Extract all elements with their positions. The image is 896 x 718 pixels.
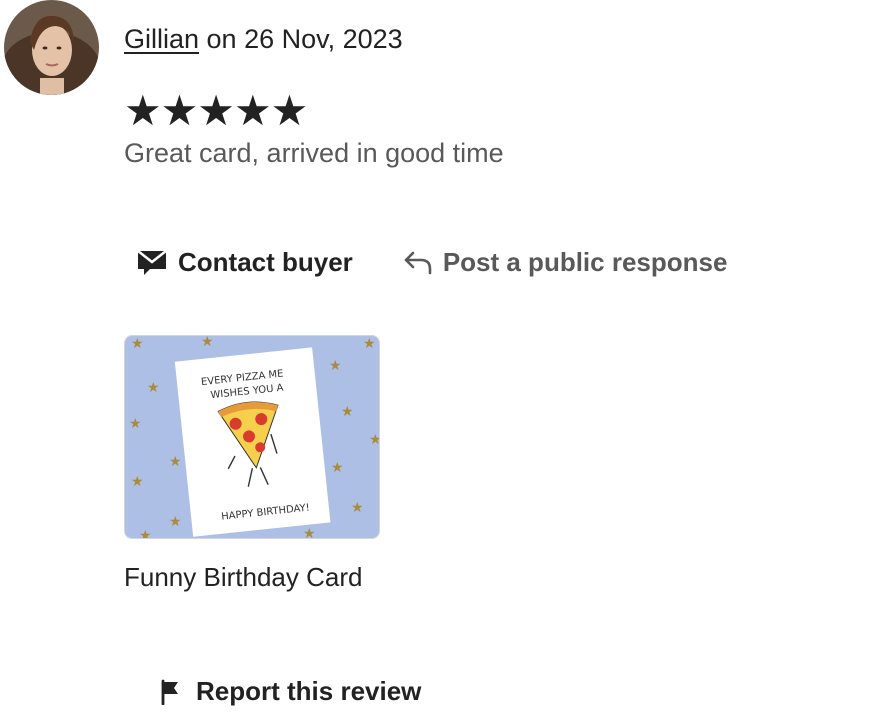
svg-text:★: ★ [331,460,344,476]
product-image: ★★★ ★★ ★★ ★★ ★★ ★★ ★★ EVERY PIZZA ME WIS… [125,336,380,539]
product-thumbnail[interactable]: ★★★ ★★ ★★ ★★ ★★ ★★ ★★ EVERY PIZZA ME WIS… [124,335,380,539]
post-public-response-label: Post a public response [442,246,728,277]
report-review-button[interactable]: Report this review [160,676,421,707]
post-public-response-button[interactable]: Post a public response [403,246,728,278]
svg-text:★: ★ [351,500,364,516]
star-rating: ★★★★★ [124,87,308,134]
svg-text:★: ★ [139,528,152,539]
review-date: on 26 Nov, 2023 [199,24,403,54]
svg-text:★: ★ [341,404,354,420]
review-meta: Gillian on 26 Nov, 2023 [124,24,403,55]
mail-icon [136,247,168,277]
svg-text:★: ★ [131,336,144,352]
report-review-label: Report this review [196,676,422,706]
avatar[interactable] [4,0,99,95]
svg-text:★: ★ [369,432,380,448]
contact-buyer-label: Contact buyer [178,246,353,277]
svg-text:★: ★ [201,336,214,350]
svg-text:★: ★ [147,380,160,396]
contact-buyer-button[interactable]: Contact buyer [136,247,353,278]
svg-text:★: ★ [303,526,316,539]
review-text: Great card, arrived in good time [124,138,504,168]
flag-icon [160,679,182,705]
svg-text:★: ★ [363,336,376,352]
reply-arrow-icon [403,249,433,275]
svg-text:★: ★ [329,358,342,374]
svg-text:★: ★ [129,416,142,432]
svg-text:★: ★ [131,474,144,490]
svg-text:★: ★ [169,454,182,470]
svg-text:★: ★ [169,514,182,530]
review-actions: Contact buyer Post a public response [136,244,727,280]
avatar-photo [4,0,99,95]
product-title-link[interactable]: Funny Birthday Card [124,562,362,593]
reviewer-name-link[interactable]: Gillian [124,24,199,54]
